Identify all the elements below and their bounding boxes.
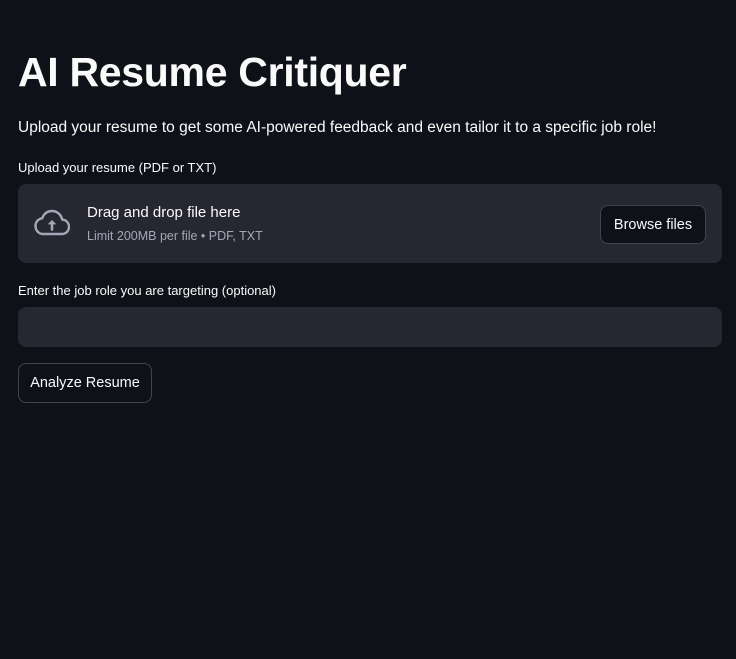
dropzone-limits: Limit 200MB per file • PDF, TXT <box>87 229 263 243</box>
intro-text: Upload your resume to get some AI-powere… <box>18 119 657 136</box>
upload-label: Upload your resume (PDF or TXT) <box>18 160 217 175</box>
analyze-resume-button[interactable]: Analyze Resume <box>18 363 152 403</box>
file-dropzone[interactable]: Drag and drop file here Limit 200MB per … <box>18 184 722 263</box>
job-role-input[interactable] <box>18 307 722 347</box>
cloud-upload-icon <box>34 209 71 237</box>
dropzone-title: Drag and drop file here <box>87 204 241 221</box>
browse-files-button[interactable]: Browse files <box>600 205 706 244</box>
page-title: AI Resume Critiquer <box>18 49 407 95</box>
dropzone-text: Drag and drop file here Limit 200MB per … <box>87 202 263 245</box>
job-role-label: Enter the job role you are targeting (op… <box>18 283 276 298</box>
